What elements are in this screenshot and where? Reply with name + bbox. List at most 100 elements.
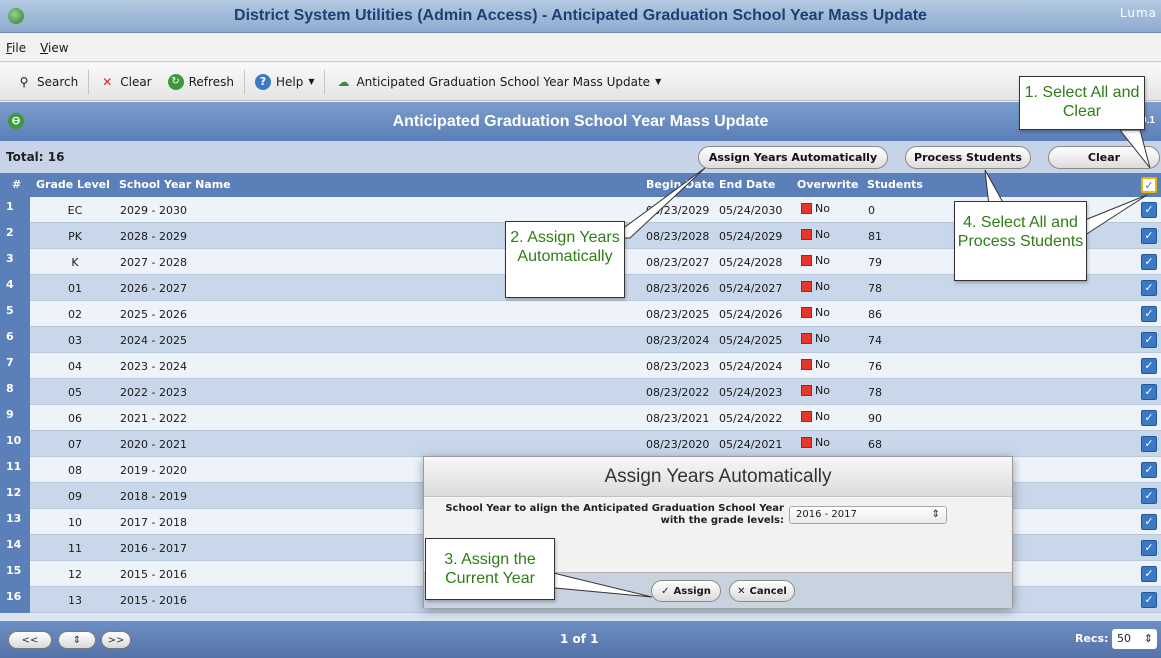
assign-button[interactable]: ✓ Assign bbox=[651, 580, 721, 602]
menu-view[interactable]: View bbox=[40, 41, 68, 55]
toolbar: ⚲ Search ✕ Clear ↻ Refresh ? Help ▼ ☁ An… bbox=[0, 63, 1161, 101]
first-page-button[interactable]: << bbox=[8, 631, 52, 649]
row-select-checkbox[interactable]: ✓ bbox=[1141, 358, 1157, 374]
assign-years-button[interactable]: Assign Years Automatically bbox=[698, 146, 888, 169]
table-row[interactable]: 9 06 2021 - 2022 08/23/2021 05/24/2022 No 90 ✓ bbox=[0, 405, 1161, 431]
overwrite-cell[interactable]: No bbox=[801, 280, 830, 293]
school-year-select[interactable]: 2016 - 2017 ⇕ bbox=[789, 506, 947, 524]
grade-level-cell: 06 bbox=[68, 412, 82, 425]
end-date-cell: 05/24/2023 bbox=[719, 386, 783, 399]
select-all-checkbox[interactable]: ✓ bbox=[1141, 177, 1157, 193]
chevron-down-icon: ▼ bbox=[655, 77, 662, 86]
row-select-checkbox[interactable]: ✓ bbox=[1141, 566, 1157, 582]
refresh-icon: ↻ bbox=[167, 73, 184, 90]
col-header-grade-level[interactable]: Grade Level bbox=[36, 178, 110, 191]
callout-select-all-process: 4. Select All and Process Students bbox=[954, 201, 1087, 281]
mass-update-icon: ☁ bbox=[337, 74, 350, 89]
stepper-icon: ⇕ bbox=[1143, 632, 1153, 645]
row-select-checkbox[interactable]: ✓ bbox=[1141, 228, 1157, 244]
grade-level-cell: 13 bbox=[68, 594, 82, 607]
row-select-checkbox[interactable]: ✓ bbox=[1141, 592, 1157, 608]
overwrite-value: No bbox=[815, 254, 830, 267]
col-header-school-year-name[interactable]: School Year Name bbox=[119, 178, 231, 191]
row-select-checkbox[interactable]: ✓ bbox=[1141, 436, 1157, 452]
toolbar-divider bbox=[243, 69, 245, 94]
chevron-down-icon: ▼ bbox=[308, 77, 315, 86]
row-select-checkbox[interactable]: ✓ bbox=[1141, 488, 1157, 504]
row-select-checkbox[interactable]: ✓ bbox=[1141, 306, 1157, 322]
grade-level-cell: 03 bbox=[68, 334, 82, 347]
begin-date-cell: 08/23/2028 bbox=[646, 230, 710, 243]
col-header-overwrite[interactable]: Overwrite bbox=[797, 178, 858, 191]
table-row[interactable]: 10 07 2020 - 2021 08/23/2020 05/24/2021 No 68 ✓ bbox=[0, 431, 1161, 457]
row-number: 11 bbox=[0, 457, 30, 483]
refresh-label: Refresh bbox=[188, 74, 234, 89]
end-date-cell: 05/24/2024 bbox=[719, 360, 783, 373]
row-select-checkbox[interactable]: ✓ bbox=[1141, 514, 1157, 530]
refresh-button[interactable]: ↻ Refresh bbox=[160, 69, 242, 95]
recs-select[interactable]: 50 ⇕ bbox=[1112, 629, 1157, 649]
begin-date-cell: 08/23/2025 bbox=[646, 308, 710, 321]
row-select-checkbox[interactable]: ✓ bbox=[1141, 462, 1157, 478]
pager-text: 1 of 1 bbox=[560, 632, 599, 646]
section-header: ⊖ Anticipated Graduation School Year Mas… bbox=[0, 102, 1161, 141]
table-row[interactable]: 8 05 2022 - 2023 08/23/2022 05/24/2023 No 78 ✓ bbox=[0, 379, 1161, 405]
overwrite-cell[interactable]: No bbox=[801, 306, 830, 319]
overwrite-cell[interactable]: No bbox=[801, 436, 830, 449]
table-row[interactable]: 5 02 2025 - 2026 08/23/2025 05/24/2026 No 86 ✓ bbox=[0, 301, 1161, 327]
clear-selected-button[interactable]: Clear bbox=[1048, 146, 1160, 169]
overwrite-cell[interactable]: No bbox=[801, 332, 830, 345]
school-year-cell: 2022 - 2023 bbox=[120, 386, 187, 399]
row-select-checkbox[interactable]: ✓ bbox=[1141, 254, 1157, 270]
menu-file[interactable]: File bbox=[6, 41, 26, 55]
row-select-checkbox[interactable]: ✓ bbox=[1141, 384, 1157, 400]
overwrite-cell[interactable]: No bbox=[801, 358, 830, 371]
overwrite-flag-icon bbox=[801, 229, 812, 240]
row-select-checkbox[interactable]: ✓ bbox=[1141, 540, 1157, 556]
overwrite-cell[interactable]: No bbox=[801, 202, 830, 215]
page-menu-button[interactable]: ☁ Anticipated Graduation School Year Mas… bbox=[327, 69, 669, 95]
col-header-end-date[interactable]: End Date bbox=[719, 178, 775, 191]
school-year-cell: 2015 - 2016 bbox=[120, 568, 187, 581]
collapse-icon[interactable]: ⊖ bbox=[8, 113, 24, 129]
clear-x-icon: ✕ bbox=[102, 74, 113, 89]
overwrite-cell[interactable]: No bbox=[801, 228, 830, 241]
end-date-cell: 05/24/2027 bbox=[719, 282, 783, 295]
overwrite-cell[interactable]: No bbox=[801, 254, 830, 267]
help-icon: ? bbox=[254, 73, 271, 90]
table-row[interactable]: 7 04 2023 - 2024 08/23/2023 05/24/2024 No 76 ✓ bbox=[0, 353, 1161, 379]
last-page-button[interactable]: >> bbox=[101, 631, 131, 649]
close-icon: ✕ bbox=[737, 585, 746, 597]
row-select-checkbox[interactable]: ✓ bbox=[1141, 332, 1157, 348]
overwrite-cell[interactable]: No bbox=[801, 410, 830, 423]
recs-label: Recs: bbox=[1075, 632, 1109, 645]
help-label: Help bbox=[275, 74, 304, 89]
overwrite-flag-icon bbox=[801, 385, 812, 396]
cancel-label: Cancel bbox=[749, 585, 787, 597]
search-button[interactable]: ⚲ Search bbox=[8, 69, 86, 95]
toolbar-divider bbox=[324, 69, 326, 94]
school-year-cell: 2024 - 2025 bbox=[120, 334, 187, 347]
row-number: 9 bbox=[0, 405, 30, 431]
help-menu-button[interactable]: ? Help ▼ bbox=[247, 69, 323, 95]
row-select-checkbox[interactable]: ✓ bbox=[1141, 202, 1157, 218]
begin-date-cell: 08/23/2022 bbox=[646, 386, 710, 399]
recs-value: 50 bbox=[1117, 632, 1131, 645]
table-row[interactable]: 6 03 2024 - 2025 08/23/2024 05/24/2025 No 74 ✓ bbox=[0, 327, 1161, 353]
overwrite-cell[interactable]: No bbox=[801, 384, 830, 397]
overwrite-flag-icon bbox=[801, 281, 812, 292]
stepper-icon: ⇕ bbox=[931, 509, 940, 520]
overwrite-flag-icon bbox=[801, 359, 812, 370]
search-label: Search bbox=[37, 74, 79, 89]
cancel-button[interactable]: ✕ Cancel bbox=[729, 580, 795, 602]
col-header-students[interactable]: Students bbox=[867, 178, 923, 191]
school-year-cell: 2029 - 2030 bbox=[120, 204, 187, 217]
row-select-checkbox[interactable]: ✓ bbox=[1141, 410, 1157, 426]
process-students-button[interactable]: Process Students bbox=[905, 146, 1031, 169]
col-header-begin-date[interactable]: Begin Date bbox=[646, 178, 714, 191]
page-select[interactable]: ⇕ bbox=[58, 631, 96, 649]
row-number: 13 bbox=[0, 509, 30, 535]
row-number: 7 bbox=[0, 353, 30, 379]
clear-button[interactable]: ✕ Clear bbox=[91, 69, 159, 95]
row-select-checkbox[interactable]: ✓ bbox=[1141, 280, 1157, 296]
